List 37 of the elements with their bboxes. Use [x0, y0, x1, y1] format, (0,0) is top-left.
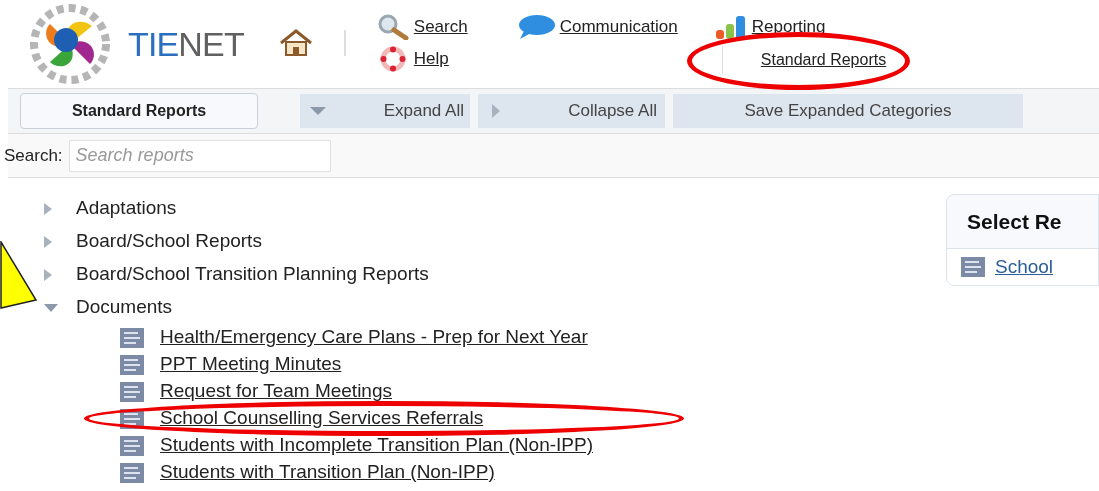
logo-text: NET — [178, 27, 244, 61]
report-link[interactable]: School Counselling Services Referrals — [160, 404, 484, 433]
report-link[interactable]: Students with Transition Plan (Non-IPP) — [160, 458, 495, 487]
report-link[interactable]: Students with Incomplete Transition Plan (Non-IPP) — [160, 431, 593, 460]
caret-down-icon — [310, 107, 326, 115]
report-link[interactable]: Request for Team Meetings — [160, 377, 392, 406]
standard-reports-button[interactable]: Standard Reports — [20, 93, 258, 129]
document-icon — [961, 257, 985, 277]
toolbar-button[interactable]: Expand All — [300, 94, 470, 128]
report-link[interactable]: PPT Meeting Minutes — [160, 350, 342, 379]
search-field[interactable]: Search reports — [68, 139, 331, 172]
bar-chart-icon — [713, 14, 748, 40]
logo-text: TIE — [128, 27, 179, 61]
caret-right-icon[interactable] — [44, 202, 52, 215]
caret-right-icon[interactable] — [44, 268, 52, 281]
toolbar-button[interactable]: Collapse All — [478, 94, 665, 128]
category-label[interactable]: Documents — [76, 293, 173, 322]
caret-down-icon[interactable] — [44, 303, 58, 312]
document-icon — [120, 435, 144, 456]
document-icon — [120, 327, 144, 348]
category-label[interactable]: Board/School Reports — [76, 227, 262, 256]
help-link[interactable]: Help — [413, 46, 449, 72]
home-icon[interactable] — [277, 28, 314, 58]
category-label[interactable]: Adaptations — [76, 194, 177, 223]
report-link[interactable]: Health/Emergency Care Plans - Prep for Next Year — [160, 323, 588, 352]
category-label[interactable]: Board/School Transition Planning Reports — [76, 260, 429, 289]
caret-right-icon[interactable] — [44, 235, 52, 248]
nav-link[interactable]: Reporting — [751, 14, 826, 40]
document-icon — [120, 354, 144, 375]
toolbar-button[interactable]: Save Expanded Categories — [673, 94, 1023, 128]
standard-reports-link[interactable]: Standard Reports — [760, 48, 887, 72]
document-icon — [120, 462, 144, 483]
nav-link[interactable]: Search — [413, 14, 468, 40]
search-label: Search: — [4, 144, 63, 167]
caret-right-icon — [492, 104, 500, 118]
nav-link[interactable]: Communication — [559, 14, 678, 40]
document-icon — [120, 381, 144, 402]
